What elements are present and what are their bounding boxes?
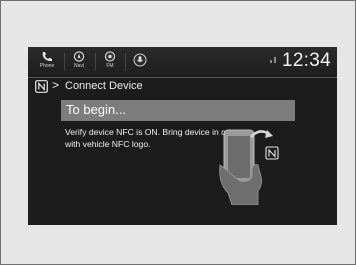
to-begin-label: To begin... — [66, 102, 126, 117]
status-separator — [125, 53, 126, 71]
page-frame: Phone Navi FM 12:34 > Connect Device To … — [0, 0, 356, 265]
status-bar: Phone Navi FM 12:34 — [28, 47, 337, 77]
fm-app-button[interactable]: FM — [101, 51, 119, 73]
nfc-tap-illustration — [219, 129, 279, 205]
navi-app-button[interactable]: Navi — [69, 51, 89, 73]
chevron-right-icon: > — [52, 78, 60, 92]
page-title: Connect Device — [65, 80, 143, 92]
navi-icon — [73, 51, 85, 62]
nfc-icon — [35, 80, 48, 93]
status-separator — [64, 53, 65, 71]
status-separator — [95, 53, 96, 71]
breadcrumb: > Connect Device — [28, 78, 337, 96]
siri-icon — [133, 53, 147, 67]
navi-app-label: Navi — [73, 63, 84, 69]
phone-app-button[interactable]: Phone — [36, 51, 58, 73]
radio-icon — [104, 51, 116, 62]
phone-app-label: Phone — [39, 63, 55, 69]
to-begin-item[interactable]: To begin... — [61, 100, 295, 121]
infotainment-screen: Phone Navi FM 12:34 > Connect Device To … — [28, 47, 337, 225]
fm-app-label: FM — [106, 63, 114, 69]
clock: 12:34 — [281, 50, 331, 71]
phone-icon — [42, 52, 52, 62]
signal-icon — [270, 57, 276, 63]
voice-app-button[interactable] — [132, 53, 148, 75]
nfc-logo-icon — [265, 146, 279, 160]
